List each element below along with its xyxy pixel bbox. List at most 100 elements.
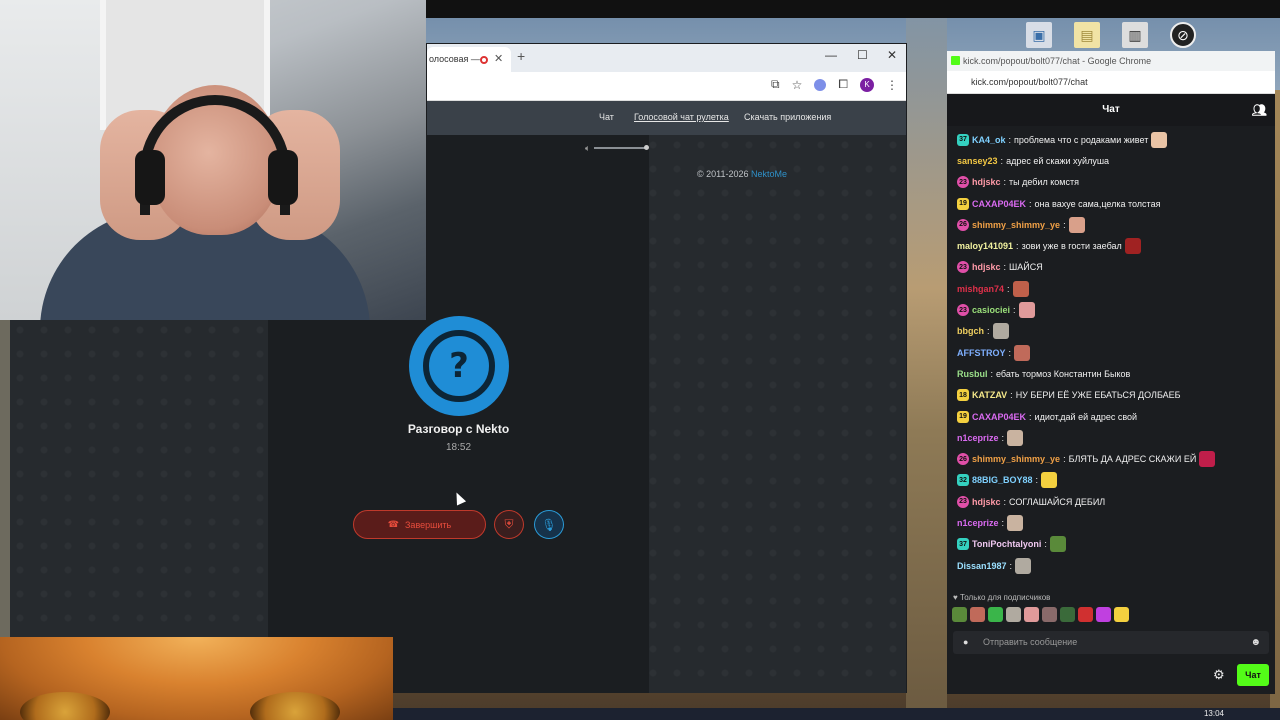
hang-up-icon: ☎ bbox=[387, 519, 399, 529]
new-tab-icon[interactable]: + bbox=[517, 48, 525, 64]
sub-badge: 32 bbox=[957, 474, 969, 487]
chat-username[interactable]: n1ceprize bbox=[957, 433, 999, 443]
chat-message: n1ceprize: bbox=[957, 427, 1271, 448]
chat-username[interactable]: 88BIG_BOY88 bbox=[972, 475, 1033, 485]
chat-username[interactable]: Rusbul bbox=[957, 369, 988, 379]
emote-item[interactable] bbox=[970, 607, 985, 622]
sub-badge: 37 bbox=[957, 133, 969, 146]
chat-username[interactable]: KA4_ok bbox=[972, 135, 1006, 145]
toolbar-icons: ⧉ ☆ ⧠ K ⋮ bbox=[771, 77, 898, 92]
close-icon[interactable]: ✕ bbox=[887, 48, 897, 62]
chat-separator: : bbox=[1063, 219, 1066, 230]
chat-message: Rusbul: ебать тормоз Константин Быков bbox=[957, 363, 1271, 384]
chat-username[interactable]: sansey23 bbox=[957, 156, 998, 166]
sub-badge: 19 bbox=[957, 197, 969, 210]
chat-message-text: ты дебил комстя bbox=[1009, 177, 1079, 188]
desktop-shortcut-icon[interactable]: ⊘ bbox=[1170, 22, 1196, 48]
question-mark-icon: ? bbox=[423, 330, 495, 402]
emote-item[interactable] bbox=[988, 607, 1003, 622]
sub-badge: 23 bbox=[957, 176, 969, 189]
chat-username[interactable]: hdjskc bbox=[972, 497, 1001, 507]
chat-username[interactable]: CAXAP04EK bbox=[972, 199, 1026, 209]
chat-emote bbox=[1151, 131, 1168, 148]
chat-header-title: Чат bbox=[1102, 104, 1120, 115]
tab-nekto[interactable]: олосовая — ✕ bbox=[427, 47, 511, 72]
gear-icon[interactable]: ⚙ bbox=[1213, 667, 1225, 683]
sub-badge: 37 bbox=[957, 538, 969, 551]
emote-item[interactable] bbox=[952, 607, 967, 622]
chat-username[interactable]: hdjskc bbox=[972, 177, 1001, 187]
chat-message: 37 ToniPochtalyoni: bbox=[957, 534, 1271, 555]
maximize-icon[interactable]: ☐ bbox=[857, 48, 868, 62]
cat-eye-right bbox=[250, 692, 340, 720]
volume-knob[interactable] bbox=[644, 145, 649, 150]
call-timer: 18:52 bbox=[445, 442, 472, 453]
chat-username[interactable]: shimmy_shimmy_ye bbox=[972, 220, 1060, 230]
chat-username[interactable]: shimmy_shimmy_ye bbox=[972, 454, 1060, 464]
nav-chat-link[interactable]: Чат bbox=[599, 112, 614, 122]
chat-username[interactable]: n1ceprize bbox=[957, 518, 999, 528]
minimize-icon[interactable]: — bbox=[825, 48, 837, 62]
chat-message: mishgan74: bbox=[957, 278, 1271, 299]
speaker-icon: 🔈︎ bbox=[585, 142, 591, 153]
chat-username[interactable]: bbgch bbox=[957, 326, 984, 336]
chat-message-text: зови уже в гости заебал bbox=[1021, 241, 1122, 252]
emote-item[interactable] bbox=[1078, 607, 1093, 622]
emoji-icon[interactable]: ☻ bbox=[1250, 631, 1261, 654]
chat-emote bbox=[1007, 429, 1024, 446]
microphone-icon: 🎙︎ bbox=[541, 517, 557, 532]
chat-message-text: проблема что с родаками живет bbox=[1014, 134, 1149, 145]
chat-send-button[interactable]: Чат bbox=[1237, 664, 1269, 686]
emote-item[interactable] bbox=[1006, 607, 1021, 622]
emote-item[interactable] bbox=[1060, 607, 1075, 622]
close-tab-icon[interactable]: ✕ bbox=[494, 47, 503, 72]
chat-username[interactable]: casiociei bbox=[972, 305, 1010, 315]
headphone-ear-left bbox=[135, 150, 165, 205]
chat-username[interactable]: CAXAP04EK bbox=[972, 412, 1026, 422]
bookmark-star-icon[interactable]: ☆ bbox=[792, 78, 803, 92]
chat-username[interactable]: Dissan1987 bbox=[957, 561, 1007, 571]
profile-avatar[interactable]: K bbox=[860, 77, 874, 92]
copyright-text: © 2011-2026 bbox=[697, 169, 749, 179]
chat-message: 23 casiociei: bbox=[957, 299, 1271, 320]
emote-item[interactable] bbox=[1042, 607, 1057, 622]
extension-icon[interactable] bbox=[814, 78, 827, 91]
users-icon[interactable]: 👥︎ bbox=[1252, 94, 1267, 126]
volume-control[interactable]: 🔈︎ bbox=[585, 142, 649, 153]
nektome-link[interactable]: NektoMe bbox=[751, 169, 787, 179]
chat-emote bbox=[1012, 280, 1029, 297]
end-call-button[interactable]: ☎ Завершить bbox=[353, 510, 486, 539]
menu-kebab-icon[interactable]: ⋮ bbox=[886, 78, 898, 92]
chat-separator: : bbox=[1003, 177, 1007, 188]
emote-item[interactable] bbox=[1024, 607, 1039, 622]
chat-username[interactable]: AFFSTROY bbox=[957, 348, 1006, 358]
chat-username[interactable]: mishgan74 bbox=[957, 284, 1004, 294]
stranger-avatar: ? bbox=[409, 316, 509, 416]
chat-username[interactable]: maloy141091 bbox=[957, 241, 1013, 251]
chat-username[interactable]: hdjskc bbox=[972, 262, 1001, 272]
sub-badge: 23 bbox=[957, 495, 969, 508]
chat-emote bbox=[1015, 557, 1032, 574]
desktop-app-icon[interactable]: ▣ bbox=[1026, 22, 1052, 48]
desktop-doc-icon[interactable]: ▥ bbox=[1122, 22, 1148, 48]
nav-apps-link[interactable]: Скачать приложения bbox=[744, 112, 831, 122]
address-bar[interactable]: ⧉ ☆ ⧠ K ⋮ bbox=[427, 72, 906, 101]
report-shield-button[interactable]: ⛨ bbox=[494, 510, 524, 539]
cast-icon[interactable]: ⧉ bbox=[771, 77, 780, 92]
chat-separator: : bbox=[1007, 283, 1010, 294]
chat-message-input[interactable]: ● Отправить сообщение ☻ bbox=[953, 631, 1269, 654]
chat-message: 32 88BIG_BOY88: bbox=[957, 470, 1271, 491]
mic-button[interactable]: 🎙︎ bbox=[534, 510, 564, 539]
subs-only-label: Только для подписчиков bbox=[959, 593, 1051, 602]
desktop-file-icon[interactable]: ▤ bbox=[1074, 22, 1100, 48]
emote-item[interactable] bbox=[1096, 607, 1111, 622]
chat-url-bar[interactable]: kick.com/popout/bolt077/chat bbox=[947, 71, 1275, 94]
chat-username[interactable]: KATZAV bbox=[972, 390, 1007, 400]
desktop-edge bbox=[0, 320, 10, 637]
extensions-puzzle-icon[interactable]: ⧠ bbox=[838, 77, 848, 92]
chat-header: Чат 👥︎ bbox=[947, 94, 1275, 126]
nav-voice-link[interactable]: Голосовой чат рулетка bbox=[634, 112, 729, 122]
emote-item[interactable] bbox=[1114, 607, 1129, 622]
volume-slider[interactable] bbox=[594, 145, 649, 150]
chat-username[interactable]: ToniPochtalyoni bbox=[972, 539, 1041, 549]
